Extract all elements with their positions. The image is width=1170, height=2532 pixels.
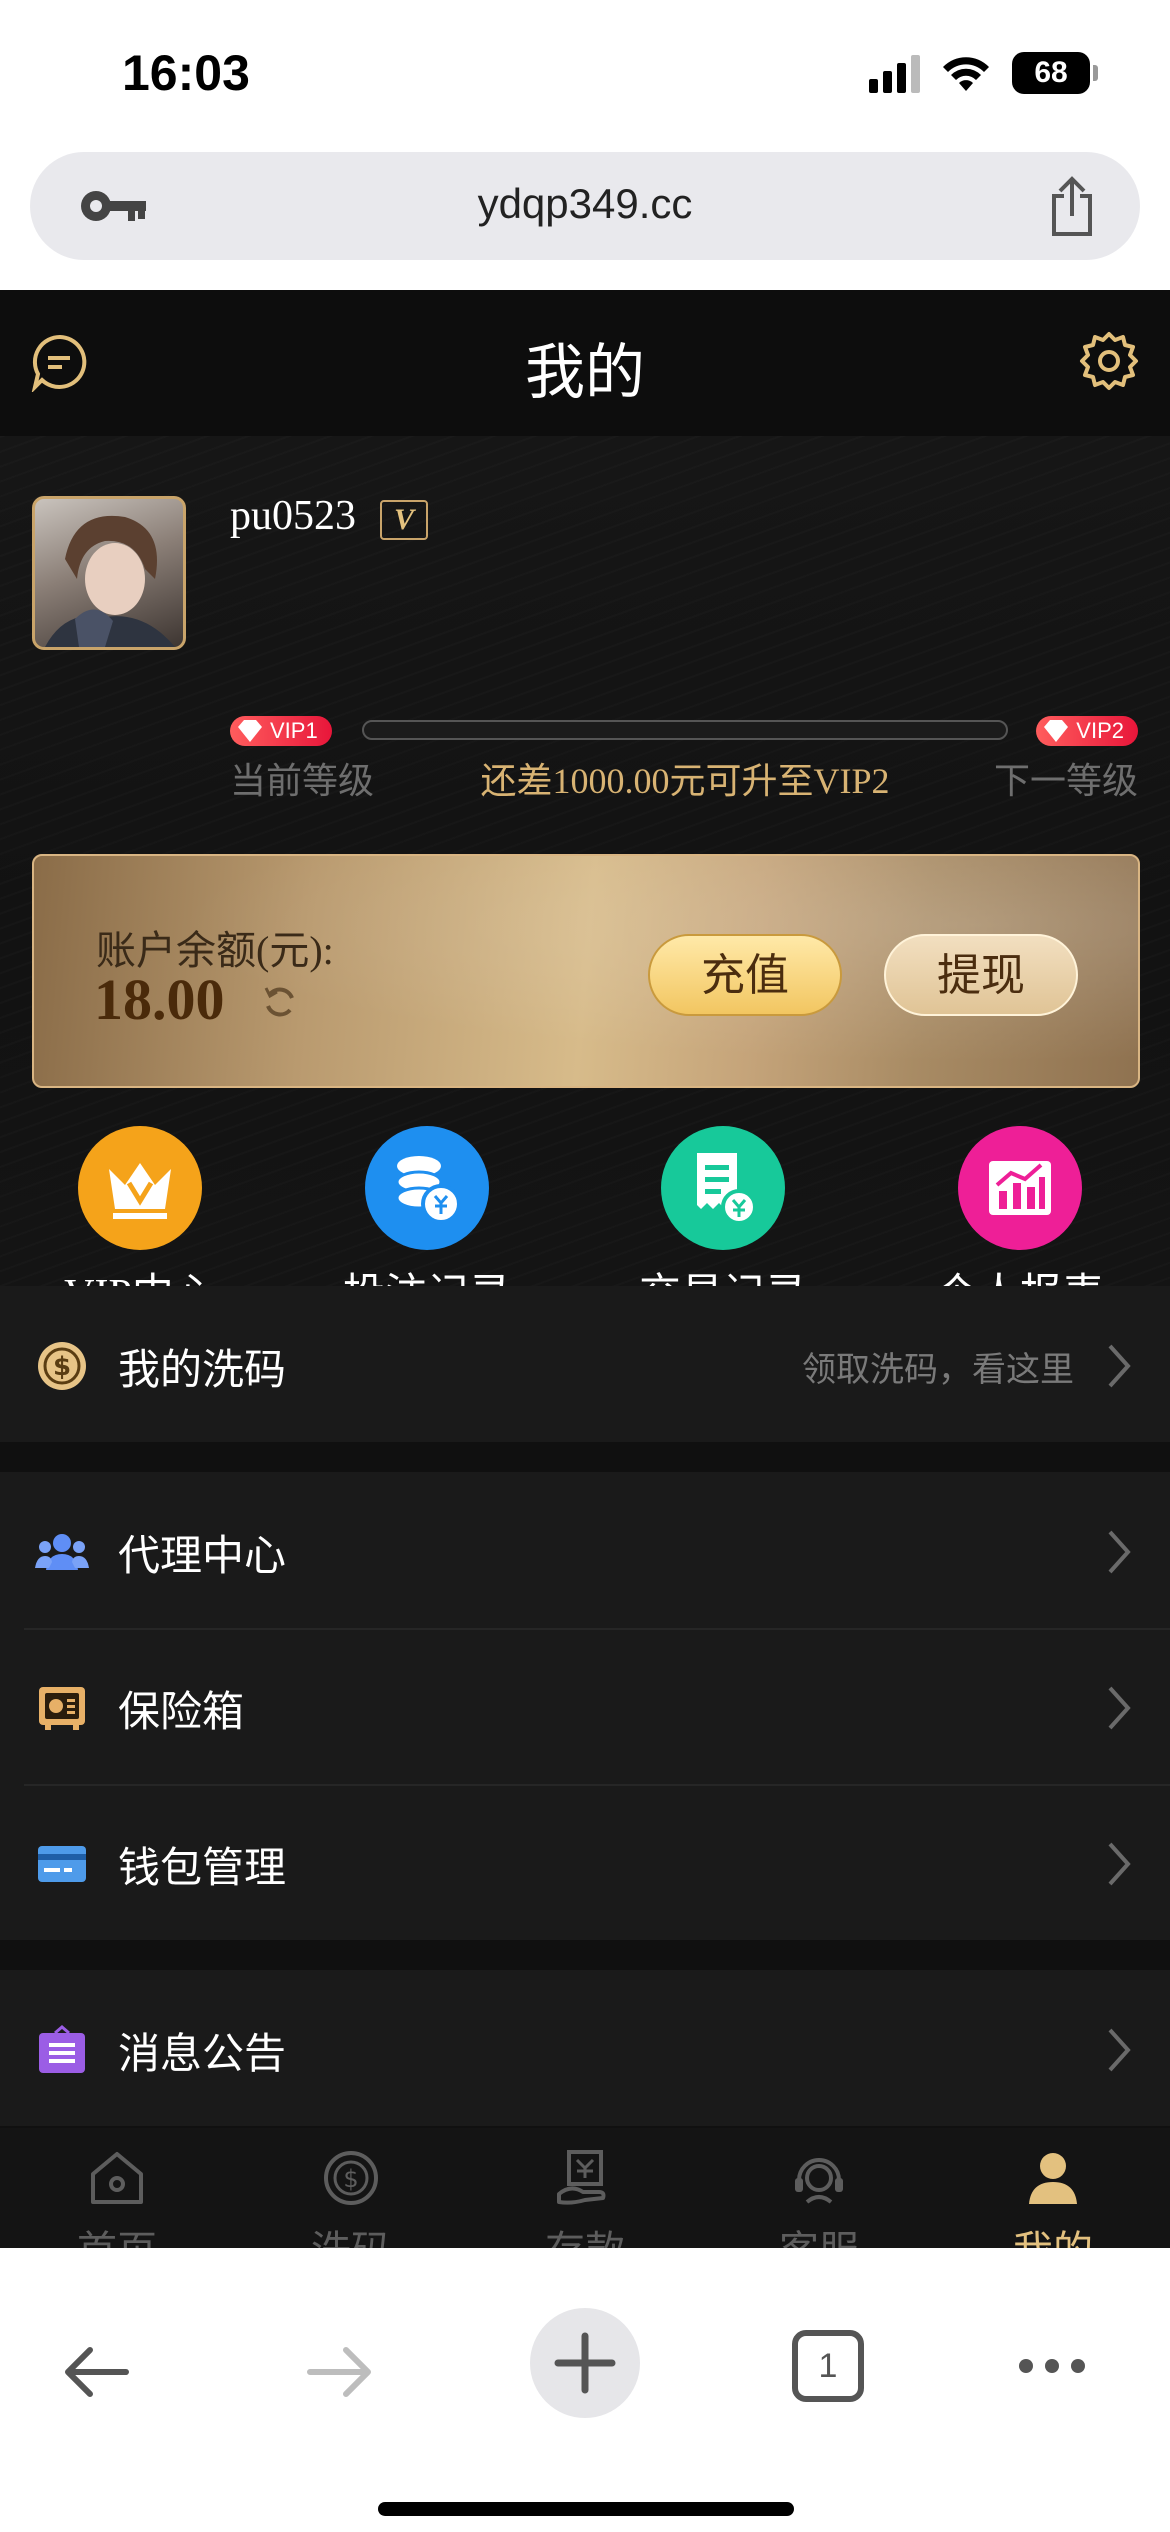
chevron-right-icon [1108, 1344, 1131, 1388]
avatar-image [45, 515, 175, 647]
rebate-icon: $ [234, 2146, 468, 2210]
withdraw-button[interactable]: 提现 [884, 934, 1078, 1016]
wifi-icon [943, 57, 989, 91]
verified-badge: V [380, 500, 428, 540]
tab-support[interactable]: 客服 [702, 2146, 936, 2248]
crown-icon [78, 1126, 202, 1250]
tab-label: 我的 [936, 2218, 1170, 2248]
tab-rebate[interactable]: $ 洗码 [234, 2146, 468, 2248]
home-icon [0, 2146, 234, 2210]
safe-icon [34, 1680, 90, 1736]
menu-item-label: 保险箱 [118, 1687, 245, 1736]
cellular-signal-icon [869, 53, 920, 93]
svg-text:$: $ [343, 2165, 358, 2193]
tab-label: 客服 [702, 2218, 936, 2248]
menu-item-announcements[interactable]: 消息公告 [0, 1970, 1170, 2126]
tab-label: 洗码 [234, 2218, 468, 2248]
more-icon[interactable] [1016, 2356, 1088, 2376]
support-icon [702, 2146, 936, 2210]
vip-progress-bar [362, 720, 1008, 740]
url-text: ydqp349.cc [477, 180, 693, 227]
chevron-right-icon [1108, 2028, 1131, 2072]
new-tab-button[interactable] [530, 2308, 640, 2418]
coins-icon [365, 1126, 489, 1250]
current-vip-text: VIP1 [270, 718, 318, 743]
menu-item-label: 钱包管理 [118, 1843, 287, 1892]
browser-toolbar: 1 [0, 2296, 1170, 2532]
chevron-right-icon [1108, 1530, 1131, 1574]
refresh-icon[interactable] [262, 984, 298, 1020]
forward-arrow-icon[interactable] [304, 2342, 376, 2402]
upgrade-hint: 还差1000.00元可升至VIP2 [480, 761, 890, 801]
address-bar[interactable]: ydqp349.cc [30, 152, 1140, 260]
deposit-button[interactable]: 充值 [648, 934, 842, 1016]
receipt-icon [661, 1126, 785, 1250]
deposit-icon [468, 2146, 702, 2210]
tab-deposit[interactable]: 存款 [468, 2146, 702, 2248]
dollar-coin-icon: $ [34, 1338, 90, 1394]
current-vip-badge: VIP1 [230, 716, 332, 746]
menu-item-label: 消息公告 [118, 2029, 287, 2078]
menu-item-hint: 领取洗码，看这里 [802, 1350, 1074, 1390]
tab-label: 首页 [0, 2218, 234, 2248]
svg-text:$: $ [53, 1352, 71, 1382]
tab-bar: 首页 $ 洗码 存款 客服 [0, 2128, 1170, 2248]
tab-home[interactable]: 首页 [0, 2146, 234, 2248]
wallet-card-icon [34, 1836, 90, 1892]
menu-item-label: 代理中心 [118, 1531, 287, 1580]
status-time: 16:03 [122, 45, 250, 101]
menu-item-safe-box[interactable]: 保险箱 [0, 1628, 1170, 1784]
share-icon[interactable] [1046, 176, 1098, 238]
page-title: 我的 [525, 338, 645, 408]
next-vip-badge: VIP2 [1036, 716, 1138, 746]
balance-card: 账户余额(元): 18.00 充值 提现 [32, 854, 1140, 1088]
chevron-right-icon [1108, 1842, 1131, 1886]
profile-section: pu0523 V VIP1 VIP2 当前等级 还差1000.00元可升至VIP… [0, 436, 1170, 1318]
diamond-icon [238, 720, 262, 742]
users-icon [34, 1524, 90, 1580]
menu-item-agent-center[interactable]: 代理中心 [0, 1472, 1170, 1628]
chart-icon [958, 1126, 1082, 1250]
menu-group-rebate: $ 我的洗码 领取洗码，看这里 [0, 1286, 1170, 1442]
back-arrow-icon[interactable] [60, 2342, 132, 2402]
username: pu0523 [230, 493, 356, 539]
status-icons: 68 [869, 52, 1098, 94]
user-icon [936, 2146, 1170, 2210]
menu-item-wallet[interactable]: 钱包管理 [0, 1784, 1170, 1940]
diamond-icon [1044, 720, 1069, 742]
plus-icon [554, 2332, 616, 2394]
app-header: 我的 [0, 290, 1170, 436]
next-level-label: 下一等级 [993, 761, 1138, 801]
status-bar: 16:03 68 [0, 0, 1170, 150]
home-indicator [378, 2502, 794, 2516]
menu-item-my-rebate[interactable]: $ 我的洗码 领取洗码，看这里 [0, 1286, 1170, 1442]
gear-icon[interactable] [1078, 330, 1140, 392]
app-content: 我的 pu0523 V VIP1 VIP2 当前等级 还差1000.00元可升至… [0, 290, 1170, 2248]
tabs-count-button[interactable]: 1 [792, 2330, 864, 2402]
menu-group-account: 代理中心 保险箱 钱包管理 [0, 1472, 1170, 1940]
menu-item-label: 我的洗码 [118, 1345, 287, 1394]
next-vip-text: VIP2 [1076, 718, 1124, 743]
notice-board-icon [34, 2022, 90, 2078]
menu-group-notice: 消息公告 [0, 1970, 1170, 2126]
battery-icon: 68 [1012, 52, 1098, 94]
avatar[interactable] [32, 496, 186, 650]
screen: 16:03 68 ydqp349.cc 我的 pu0523 V VIP1 VIP… [0, 0, 1170, 2532]
tab-label: 存款 [468, 2218, 702, 2248]
balance-value: 18.00 [94, 967, 225, 1032]
chevron-right-icon [1108, 1686, 1131, 1730]
tab-me[interactable]: 我的 [936, 2146, 1170, 2248]
current-level-label: 当前等级 [230, 761, 375, 801]
